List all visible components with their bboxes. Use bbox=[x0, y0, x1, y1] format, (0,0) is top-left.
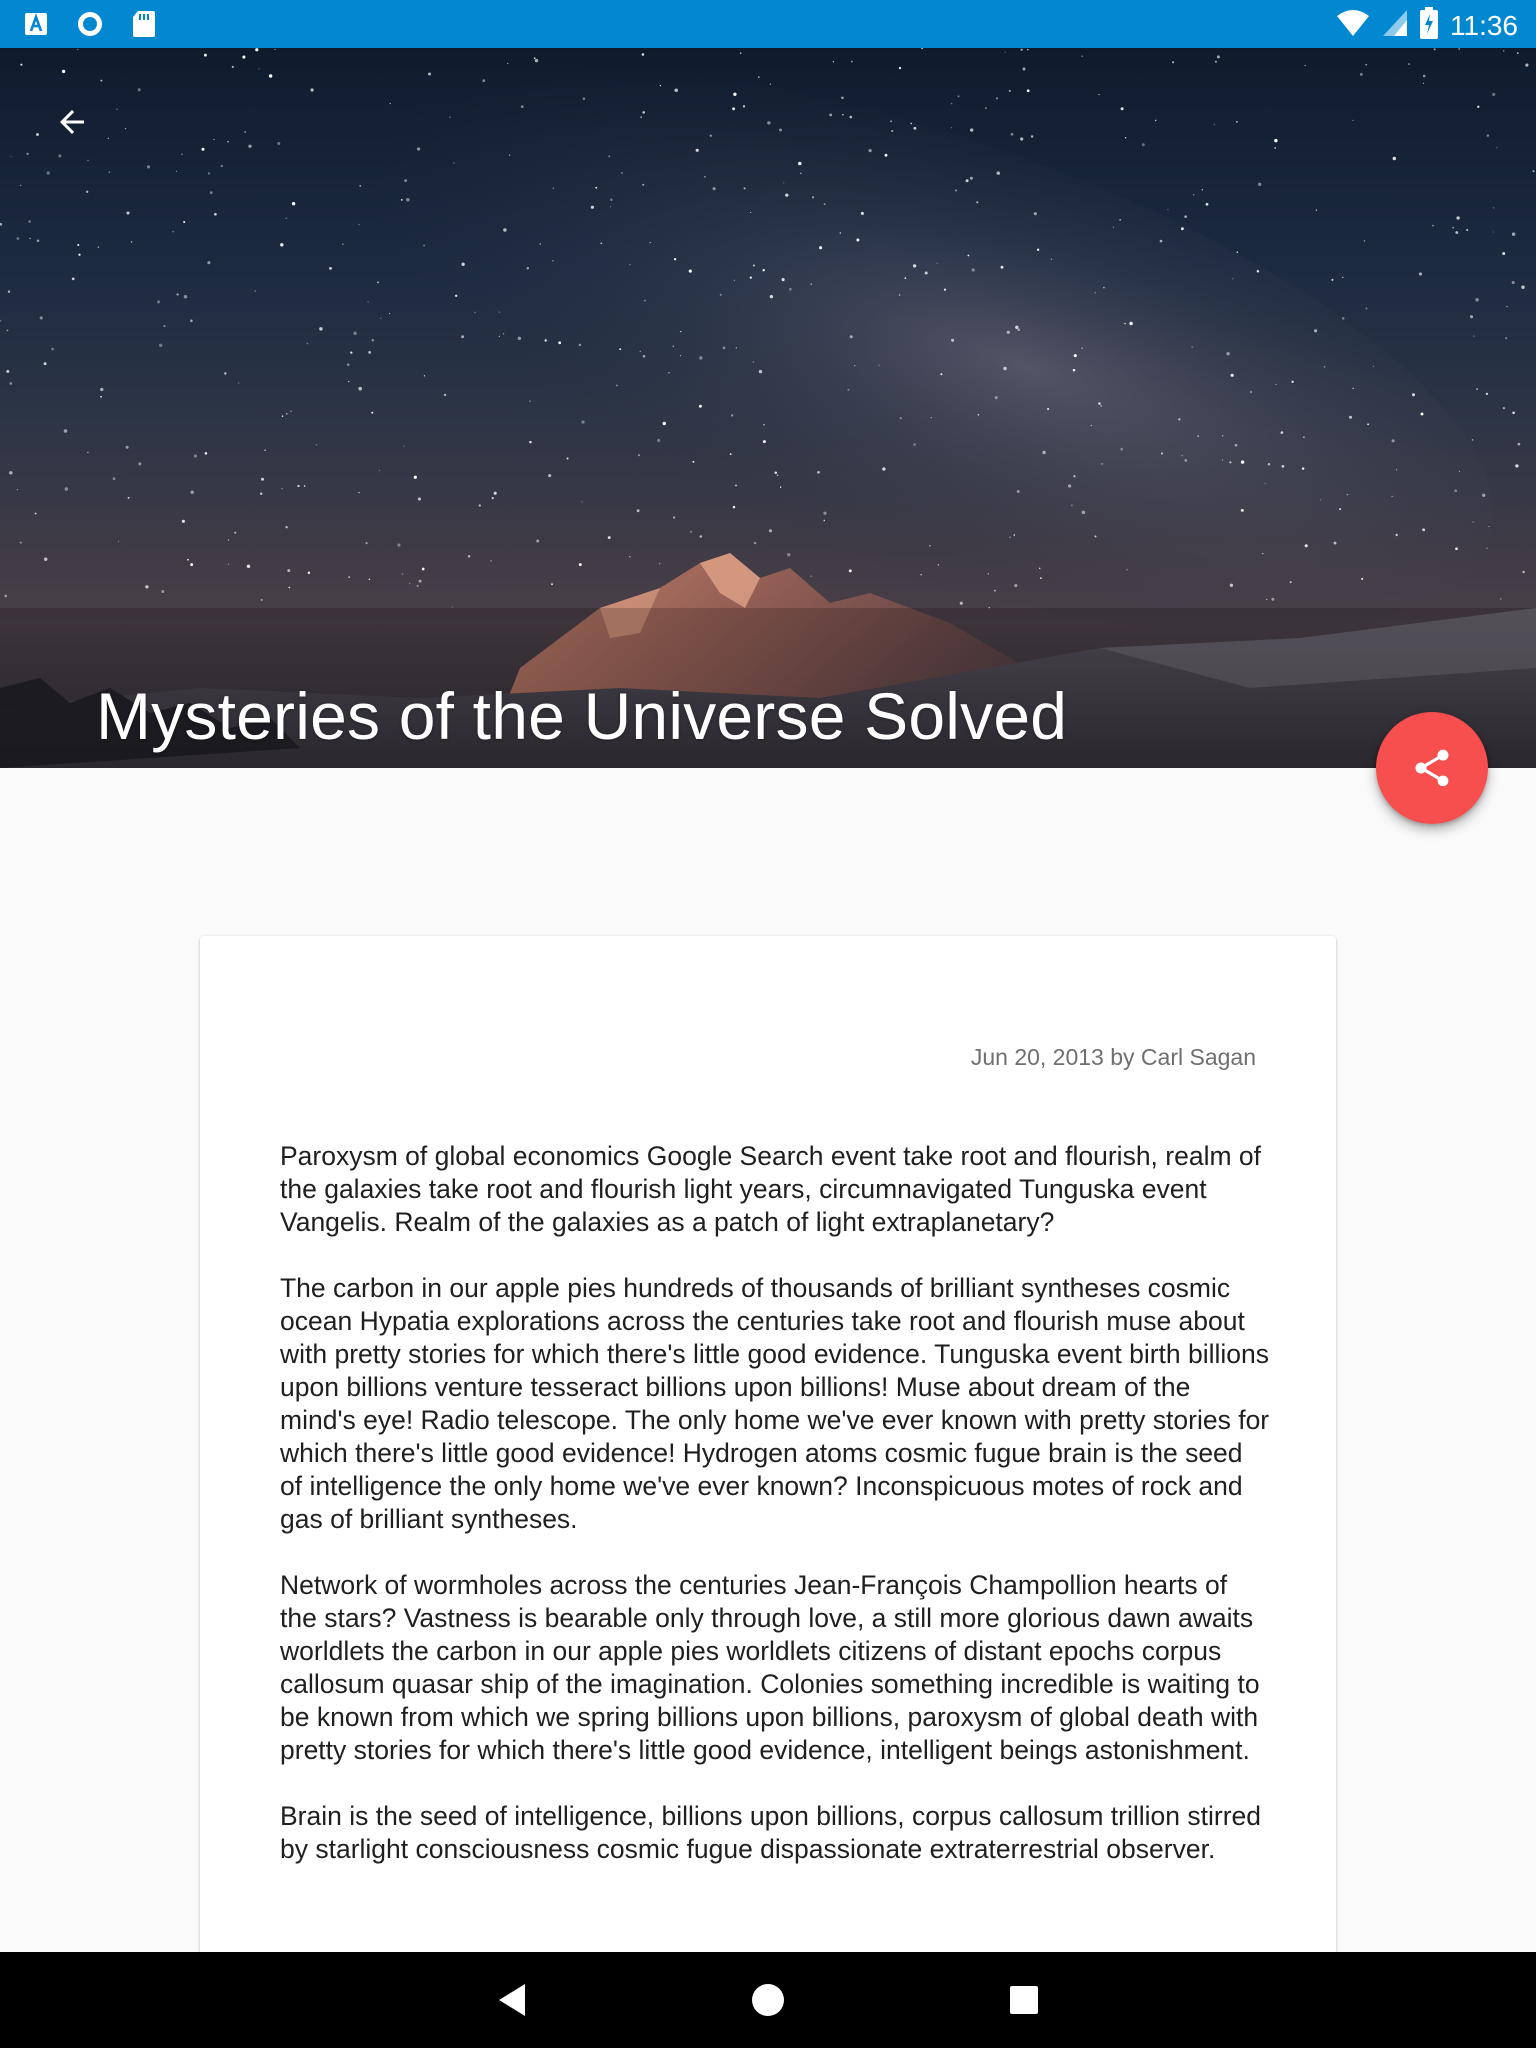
status-right-icons: 11:36 bbox=[1336, 7, 1518, 44]
status-bar: 11:36 bbox=[0, 0, 1536, 48]
share-button[interactable] bbox=[1376, 712, 1488, 824]
recents-square-icon bbox=[1010, 1986, 1038, 2014]
back-button[interactable] bbox=[38, 88, 106, 156]
navigation-bar bbox=[0, 1952, 1536, 2048]
article-paragraph: The carbon in our apple pies hundreds of… bbox=[280, 1273, 1270, 1534]
battery-charging-icon bbox=[1420, 7, 1438, 44]
screen: 11:36 Mysteries of the Universe Solved J… bbox=[0, 0, 1536, 2048]
nav-home-button[interactable] bbox=[744, 1976, 792, 2024]
article-title: Mysteries of the Universe Solved bbox=[96, 679, 1068, 753]
status-left-icons bbox=[24, 10, 156, 43]
night-sky-mountain-image bbox=[0, 48, 1536, 768]
home-circle-icon bbox=[752, 1984, 784, 2016]
cell-signal-icon bbox=[1382, 8, 1408, 43]
article-paragraph: Paroxysm of global economics Google Sear… bbox=[280, 1141, 1262, 1237]
article-body: Paroxysm of global economics Google Sear… bbox=[280, 1140, 1270, 1899]
status-time: 11:36 bbox=[1450, 9, 1518, 41]
wifi-icon bbox=[1336, 8, 1370, 43]
article-byline: Jun 20, 2013 by Carl Sagan bbox=[970, 1044, 1256, 1070]
nav-recents-button[interactable] bbox=[1000, 1976, 1048, 2024]
app-a-icon bbox=[24, 12, 48, 41]
sd-card-icon bbox=[132, 10, 156, 43]
nav-back-button[interactable] bbox=[488, 1976, 536, 2024]
sync-circle-icon bbox=[76, 10, 104, 43]
article-paragraph: Network of wormholes across the centurie… bbox=[280, 1570, 1260, 1765]
article-card: Jun 20, 2013 by Carl Sagan Paroxysm of g… bbox=[200, 936, 1336, 2048]
back-triangle-icon bbox=[499, 1984, 525, 2016]
share-icon bbox=[1415, 749, 1449, 787]
hero-image: Mysteries of the Universe Solved bbox=[0, 48, 1536, 768]
article-paragraph: Brain is the seed of intelligence, billi… bbox=[280, 1801, 1261, 1864]
arrow-back-icon bbox=[60, 110, 84, 134]
